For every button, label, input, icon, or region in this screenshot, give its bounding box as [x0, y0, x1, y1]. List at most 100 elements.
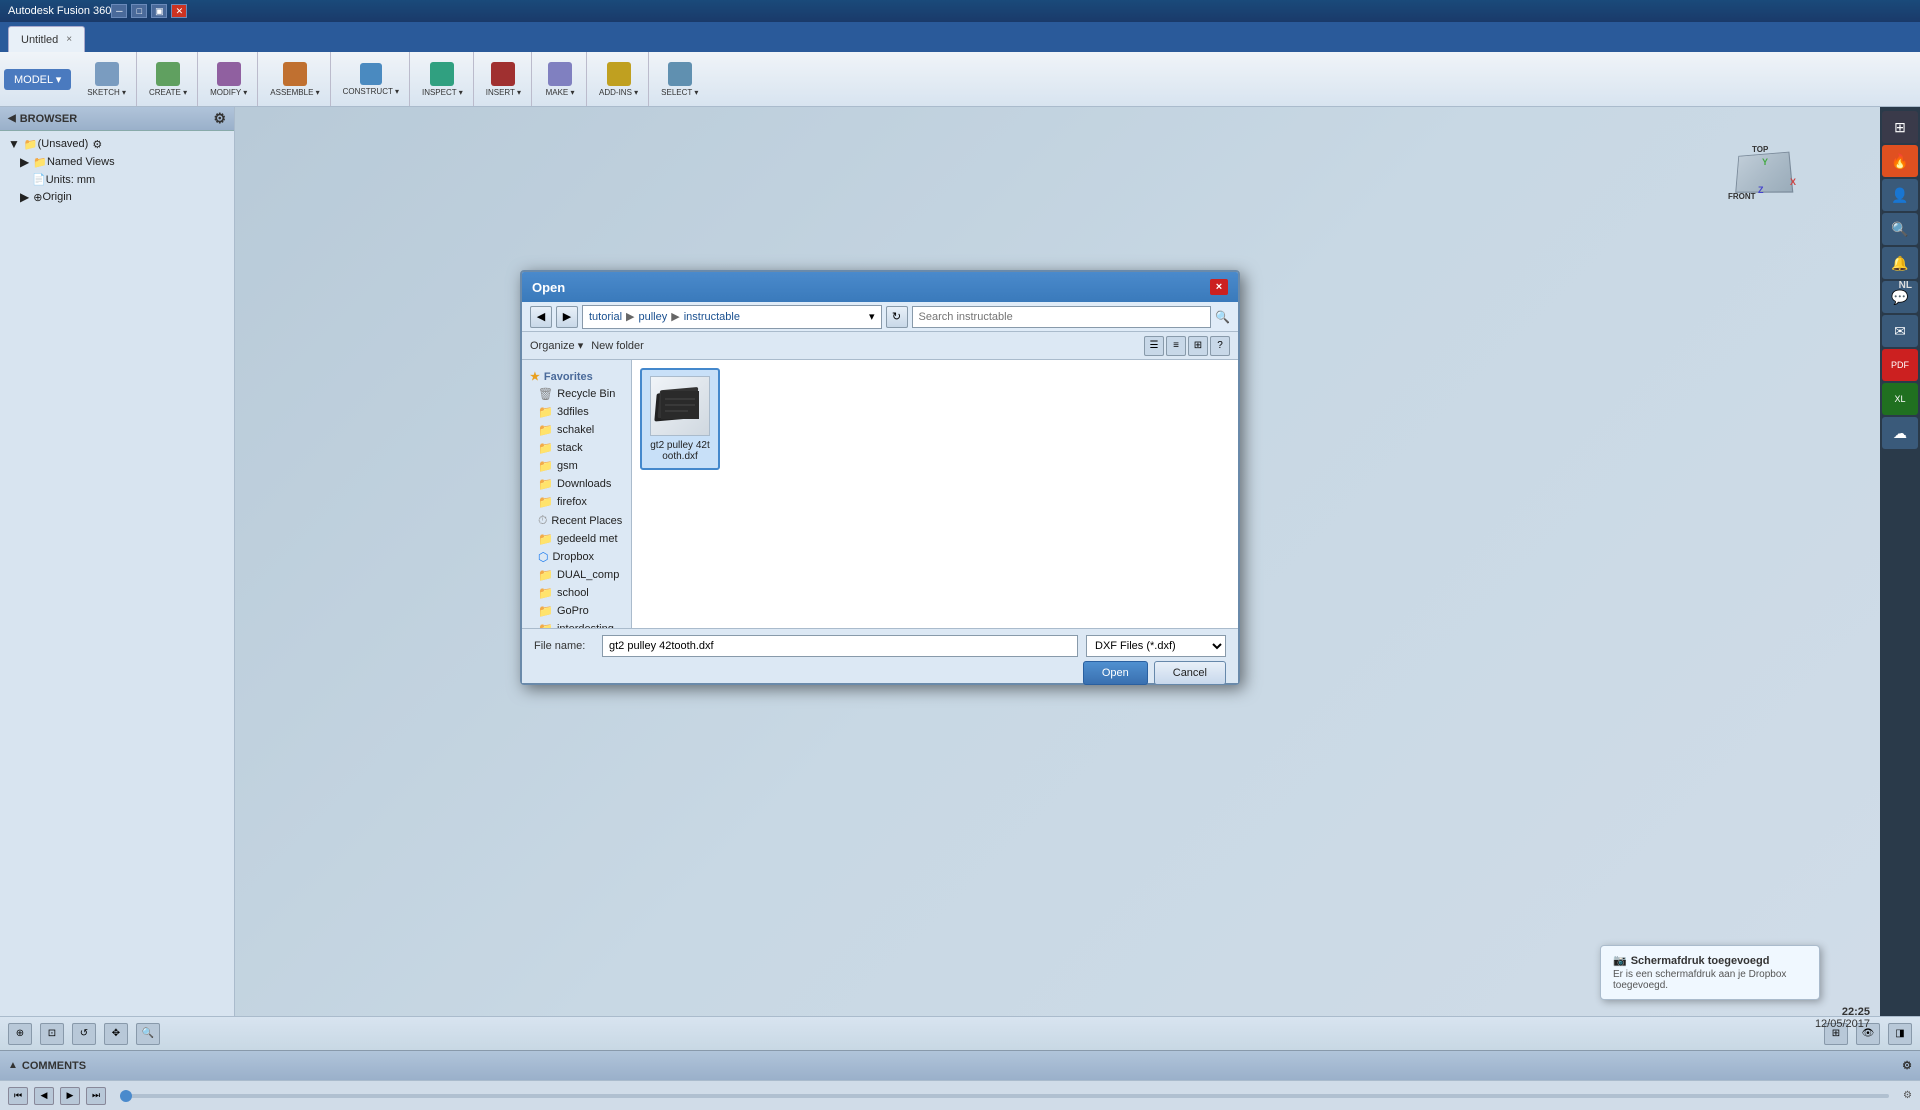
refresh-button[interactable]: ↻ — [886, 306, 908, 328]
file-name-label: gt2 pulley 42tooth.dxf — [648, 440, 712, 462]
sketch-button[interactable]: SKETCH ▾ — [83, 60, 130, 99]
nav-item-schakel[interactable]: 📁 schakel — [522, 421, 631, 439]
main-toolbar: MODEL ▾ SKETCH ▾ CREATE ▾ MODIFY ▾ AS — [0, 52, 1920, 107]
file-type-select[interactable]: DXF Files (*.dxf) — [1086, 635, 1226, 657]
restore-button[interactable]: □ — [131, 4, 147, 18]
help-button[interactable]: ? — [1210, 336, 1230, 356]
browser-item-origin[interactable]: ▶ ⊕ Origin — [4, 188, 230, 206]
search-input[interactable] — [912, 306, 1212, 328]
comments-settings-icon[interactable]: ⚙ — [1902, 1059, 1912, 1072]
minimize-button[interactable]: ─ — [111, 4, 127, 18]
comments-expand-icon[interactable]: ▲ — [8, 1060, 18, 1071]
orbit-button[interactable]: ↺ — [72, 1023, 96, 1045]
person-button[interactable]: 👤 — [1882, 179, 1918, 211]
browser-collapse-button[interactable]: ◀ — [8, 113, 16, 124]
settings-small-icon[interactable]: ⚙ — [92, 138, 102, 151]
nav-item-3dfiles[interactable]: 📁 3dfiles — [522, 403, 631, 421]
open-dialog: Open × ◀ ▶ tutorial ▶ pulley ▶ instructa… — [520, 270, 1240, 685]
back-button[interactable]: ◀ — [530, 306, 552, 328]
pdf-button[interactable]: PDF — [1882, 349, 1918, 381]
nav-item-recent-places[interactable]: ⏱ Recent Places — [522, 511, 631, 530]
path-segment-instructable[interactable]: instructable — [684, 311, 740, 323]
schakel-label: schakel — [557, 424, 594, 436]
open-button[interactable]: Open — [1083, 661, 1148, 685]
assemble-button[interactable]: ASSEMBLE ▾ — [266, 60, 323, 99]
nav-item-gsm[interactable]: 📁 gsm — [522, 457, 631, 475]
skip-back-button[interactable]: ⏮ — [8, 1087, 28, 1105]
prev-button[interactable]: ◀ — [34, 1087, 54, 1105]
nav-item-gedeeld-met[interactable]: 📁 gedeeld met — [522, 530, 631, 548]
clock-date: 12/05/2017 — [1815, 1018, 1870, 1030]
browser-settings-icon[interactable]: ⚙ — [213, 110, 226, 127]
path-segment-pulley[interactable]: pulley — [639, 311, 668, 323]
apps-button[interactable]: ⊞ — [1882, 111, 1918, 143]
inspect-button[interactable]: INSPECT ▾ — [418, 60, 467, 99]
organize-button[interactable]: Organize ▾ — [530, 339, 583, 352]
file-area[interactable]: gt2 pulley 42tooth.dxf — [632, 360, 1238, 628]
create-button[interactable]: CREATE ▾ — [145, 60, 191, 99]
nav-item-recycle-bin[interactable]: 🗑 Recycle Bin — [522, 385, 631, 403]
mail-button[interactable]: ✉ — [1882, 315, 1918, 347]
path-box: tutorial ▶ pulley ▶ instructable ▾ — [582, 305, 882, 329]
bottom-toolbar: ⊕ ⊡ ↺ ✥ 🔍 ⊞ 👁 ◨ — [0, 1016, 1920, 1050]
browser-item-unsaved[interactable]: ▼ 📁 (Unsaved) ⚙ — [4, 135, 230, 153]
file-item-gt2-pulley[interactable]: gt2 pulley 42tooth.dxf — [640, 368, 720, 470]
path-dropdown-button[interactable]: ▾ — [869, 310, 875, 323]
browser-item-named-views[interactable]: ▶ 📁 Named Views — [4, 153, 230, 171]
nav-item-gopro[interactable]: 📁 GoPro — [522, 602, 631, 620]
zoom-button[interactable]: 🔍 — [136, 1023, 160, 1045]
timeline-slider[interactable] — [120, 1094, 1889, 1098]
maximize-button[interactable]: ▣ — [151, 4, 167, 18]
addins-button[interactable]: ADD-INS ▾ — [595, 60, 642, 99]
modify-button[interactable]: MODIFY ▾ — [206, 60, 251, 99]
bell-button[interactable]: 🔔 — [1882, 247, 1918, 279]
addins-icon — [607, 62, 631, 86]
nav-item-dual-comp[interactable]: 📁 DUAL_comp — [522, 566, 631, 584]
dialog-close-button[interactable]: × — [1210, 279, 1228, 295]
excel-button[interactable]: XL — [1882, 383, 1918, 415]
view-grid-button[interactable]: ⊞ — [1188, 336, 1208, 356]
search-right-button[interactable]: 🔍 — [1882, 213, 1918, 245]
file-name-input[interactable] — [602, 635, 1078, 657]
snap-button[interactable]: ⊕ — [8, 1023, 32, 1045]
view-details-button[interactable]: ≡ — [1166, 336, 1186, 356]
tab-close-button[interactable]: × — [66, 34, 72, 45]
play-button[interactable]: ▶ — [60, 1087, 80, 1105]
view-list-button[interactable]: ☰ — [1144, 336, 1164, 356]
browser-item-units: 📄 Units: mm — [4, 171, 230, 188]
construct-button[interactable]: CONSTRUCT ▾ — [339, 61, 403, 98]
new-folder-button[interactable]: New folder — [591, 340, 644, 352]
display-button[interactable]: ◨ — [1888, 1023, 1912, 1045]
insert-button[interactable]: INSERT ▾ — [482, 60, 525, 99]
close-button[interactable]: ✕ — [171, 4, 187, 18]
path-segment-tutorial[interactable]: tutorial — [589, 311, 622, 323]
doc-icon: 📄 — [32, 173, 46, 186]
nav-item-downloads[interactable]: 📁 Downloads — [522, 475, 631, 493]
skip-forward-button[interactable]: ⏭ — [86, 1087, 106, 1105]
select-button[interactable]: SELECT ▾ — [657, 60, 702, 99]
nav-item-school[interactable]: 📁 school — [522, 584, 631, 602]
make-button[interactable]: MAKE ▾ — [540, 60, 580, 99]
title-bar-controls: ─ □ ▣ ✕ — [111, 4, 187, 18]
pan-button[interactable]: ✥ — [104, 1023, 128, 1045]
make-group: MAKE ▾ — [534, 52, 587, 106]
nl-badge: NL — [1899, 280, 1912, 291]
nav-item-dropbox[interactable]: ⬡ Dropbox — [522, 548, 631, 566]
nav-item-stack[interactable]: 📁 stack — [522, 439, 631, 457]
timeline-handle[interactable] — [120, 1090, 132, 1102]
folder-downloads-icon: 📁 — [538, 477, 553, 491]
search-icon[interactable]: 🔍 — [1215, 310, 1230, 324]
cancel-button[interactable]: Cancel — [1154, 661, 1226, 685]
y-axis-label: Y — [1762, 157, 1768, 167]
nav-item-interdesting[interactable]: 📁 interdesting — [522, 620, 631, 628]
fire-button[interactable]: 🔥 — [1882, 145, 1918, 177]
dialog-body: ★ Favorites 🗑 Recycle Bin 📁 3dfiles 📁 sc… — [522, 360, 1238, 628]
model-dropdown-button[interactable]: MODEL ▾ — [4, 69, 71, 90]
nav-item-firefox[interactable]: 📁 firefox — [522, 493, 631, 511]
fit-button[interactable]: ⊡ — [40, 1023, 64, 1045]
forward-button[interactable]: ▶ — [556, 306, 578, 328]
tab-untitled[interactable]: Untitled × — [8, 26, 85, 52]
cloud-button[interactable]: ☁ — [1882, 417, 1918, 449]
view-gizmo[interactable]: TOP FRONT X Y Z — [1720, 127, 1820, 227]
folder-stack-icon: 📁 — [538, 441, 553, 455]
